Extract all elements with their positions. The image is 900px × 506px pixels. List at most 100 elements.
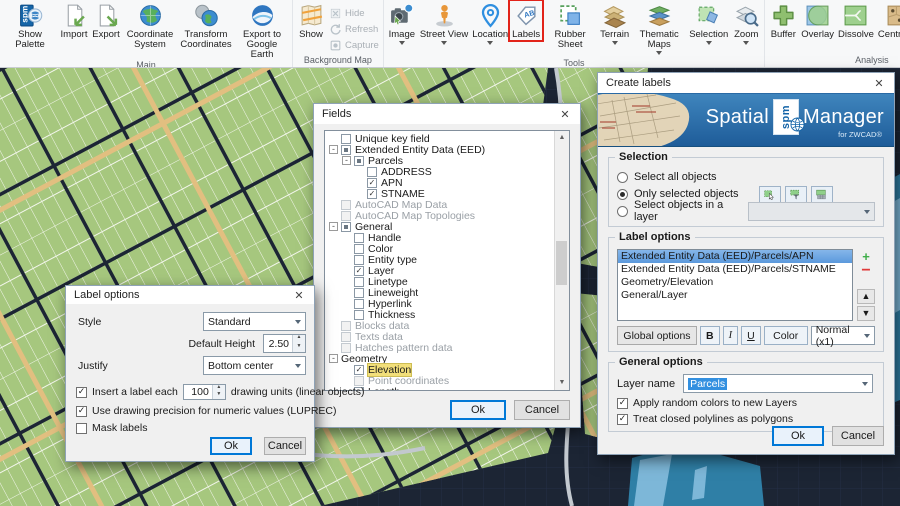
ribbon-button-thematic-maps[interactable]: Thematic Maps bbox=[631, 1, 687, 58]
fields-dialog-titlebar[interactable]: Fields ✕ bbox=[314, 104, 580, 124]
ok-button[interactable]: Ok bbox=[772, 426, 824, 446]
text-size-select[interactable]: Normal (x1) bbox=[811, 326, 875, 345]
insert-label-checkbox[interactable] bbox=[76, 387, 87, 398]
select-grid-button[interactable] bbox=[811, 186, 833, 203]
justify-select[interactable]: Bottom center bbox=[203, 356, 306, 375]
tree-item-entity-type[interactable]: Entity type bbox=[327, 254, 553, 265]
scroll-thumb[interactable] bbox=[556, 241, 567, 285]
select-all-objects-radio[interactable] bbox=[617, 172, 628, 183]
tree-checkbox[interactable] bbox=[354, 365, 364, 375]
ribbon-button-zoom[interactable]: Zoom bbox=[730, 1, 762, 48]
tree-item-apn[interactable]: APN bbox=[327, 177, 553, 188]
tree-item-general[interactable]: -General bbox=[327, 221, 553, 232]
cancel-button[interactable]: Cancel bbox=[264, 437, 306, 455]
label-field-item[interactable]: Geometry/Elevation bbox=[618, 276, 852, 289]
step-down-icon[interactable]: ▼ bbox=[293, 344, 305, 353]
label-fields-list[interactable]: Extended Entity Data (EED)/Parcels/APNEx… bbox=[617, 249, 853, 321]
tree-expander-icon[interactable]: - bbox=[329, 145, 338, 154]
ribbon-button-transform-coordinates[interactable]: Transform Coordinates bbox=[178, 1, 234, 50]
ribbon-button-export-to-google-earth[interactable]: Export to Google Earth bbox=[234, 1, 290, 60]
tree-expander-icon[interactable]: - bbox=[342, 156, 351, 165]
create-labels-titlebar[interactable]: Create labels ✕ bbox=[598, 73, 894, 93]
only-selected-objects-radio[interactable] bbox=[617, 189, 628, 200]
ribbon-button-import[interactable]: Import bbox=[58, 1, 90, 40]
ribbon-button-street-view[interactable]: Street View bbox=[418, 1, 470, 48]
tree-item-address[interactable]: ADDRESS bbox=[327, 166, 553, 177]
tree-checkbox[interactable] bbox=[354, 310, 364, 320]
tree-item-color[interactable]: Color bbox=[327, 243, 553, 254]
ok-button[interactable]: Ok bbox=[210, 437, 252, 455]
tree-checkbox[interactable] bbox=[354, 299, 364, 309]
tree-item-hatches-pattern-data[interactable]: Hatches pattern data bbox=[327, 342, 553, 353]
cancel-button[interactable]: Cancel bbox=[514, 400, 570, 420]
tree-item-autocad-map-topologies[interactable]: AutoCAD Map Topologies bbox=[327, 210, 553, 221]
tree-item-geometry[interactable]: -Geometry bbox=[327, 353, 553, 364]
tree-item-texts-data[interactable]: Texts data bbox=[327, 331, 553, 342]
tree-checkbox[interactable] bbox=[354, 244, 364, 254]
tree-checkbox[interactable] bbox=[367, 167, 377, 177]
tree-checkbox[interactable] bbox=[354, 255, 364, 265]
ribbon-button-show[interactable]: Show bbox=[295, 1, 327, 40]
ok-button[interactable]: Ok bbox=[450, 400, 506, 420]
close-icon[interactable]: ✕ bbox=[284, 285, 314, 305]
global-options-button[interactable]: Global options bbox=[617, 326, 697, 345]
tree-checkbox[interactable] bbox=[367, 178, 377, 188]
style-select[interactable]: Standard bbox=[203, 312, 306, 331]
luprec-checkbox[interactable] bbox=[76, 406, 87, 417]
random-colors-checkbox[interactable] bbox=[617, 398, 628, 409]
underline-button[interactable]: U bbox=[741, 326, 761, 345]
tree-checkbox[interactable] bbox=[341, 222, 351, 232]
tree-checkbox[interactable] bbox=[354, 288, 364, 298]
tree-item-thickness[interactable]: Thickness bbox=[327, 309, 553, 320]
italic-button[interactable]: I bbox=[723, 326, 739, 345]
close-icon[interactable]: ✕ bbox=[550, 104, 580, 124]
select-filter-button[interactable] bbox=[785, 186, 807, 203]
ribbon-button-coordinate-system[interactable]: Coordinate System bbox=[122, 1, 178, 50]
tree-checkbox[interactable] bbox=[341, 200, 351, 210]
tree-item-elevation[interactable]: Elevation bbox=[327, 364, 553, 375]
select-cursor-button[interactable] bbox=[759, 186, 781, 203]
tree-item-layer[interactable]: Layer bbox=[327, 265, 553, 276]
ribbon-button-export[interactable]: Export bbox=[90, 1, 122, 40]
tree-checkbox[interactable] bbox=[354, 277, 364, 287]
tree-expander-icon[interactable]: - bbox=[329, 222, 338, 231]
tree-checkbox[interactable] bbox=[341, 343, 351, 353]
tree-checkbox[interactable] bbox=[341, 321, 351, 331]
closed-polylines-checkbox[interactable] bbox=[617, 414, 628, 425]
bold-button[interactable]: B bbox=[700, 326, 720, 345]
tree-item-unique-key-field[interactable]: Unique key field bbox=[327, 133, 553, 144]
ribbon-button-terrain[interactable]: Terrain bbox=[598, 1, 631, 48]
remove-label-icon[interactable]: − bbox=[858, 263, 874, 277]
tree-item-stname[interactable]: STNAME bbox=[327, 188, 553, 199]
tree-expander-icon[interactable]: - bbox=[329, 354, 338, 363]
ribbon-button-image[interactable]: Image bbox=[386, 1, 418, 48]
scroll-up-icon[interactable]: ▲ bbox=[555, 131, 569, 145]
tree-checkbox[interactable] bbox=[354, 376, 364, 386]
select-objects-in-layer-radio[interactable] bbox=[617, 206, 628, 217]
tree-checkbox[interactable] bbox=[367, 189, 377, 199]
ribbon-button-rubber-sheet[interactable]: Rubber Sheet bbox=[542, 1, 598, 50]
move-up-icon[interactable]: ▲ bbox=[857, 289, 875, 304]
close-icon[interactable]: ✕ bbox=[864, 73, 894, 93]
add-label-icon[interactable]: + bbox=[858, 249, 874, 263]
tree-checkbox[interactable] bbox=[341, 145, 351, 155]
tree-checkbox[interactable] bbox=[354, 233, 364, 243]
tree-checkbox[interactable] bbox=[341, 211, 351, 221]
layer-name-select[interactable]: Parcels bbox=[683, 374, 873, 393]
scroll-down-icon[interactable]: ▼ bbox=[555, 376, 569, 390]
tree-item-hyperlink[interactable]: Hyperlink bbox=[327, 298, 553, 309]
ribbon-button-location[interactable]: Location bbox=[470, 1, 510, 48]
default-height-stepper[interactable]: 2.50 ▲▼ bbox=[263, 334, 306, 353]
tree-item-parcels[interactable]: -Parcels bbox=[327, 155, 553, 166]
ribbon-button-buffer[interactable]: Buffer bbox=[767, 1, 799, 40]
color-button[interactable]: Color bbox=[764, 326, 808, 345]
ribbon-button-centroids[interactable]: Centroids bbox=[876, 1, 900, 40]
tree-checkbox[interactable] bbox=[354, 266, 364, 276]
tree-item-linetype[interactable]: Linetype bbox=[327, 276, 553, 287]
tree-checkbox[interactable] bbox=[341, 134, 351, 144]
label-options-titlebar[interactable]: Label options ✕ bbox=[66, 286, 314, 304]
label-field-item[interactable]: General/Layer bbox=[618, 289, 852, 302]
label-field-item[interactable]: Extended Entity Data (EED)/Parcels/APN bbox=[618, 250, 852, 263]
move-down-icon[interactable]: ▼ bbox=[857, 306, 875, 321]
ribbon-button-labels[interactable]: ABLabels bbox=[510, 1, 542, 40]
